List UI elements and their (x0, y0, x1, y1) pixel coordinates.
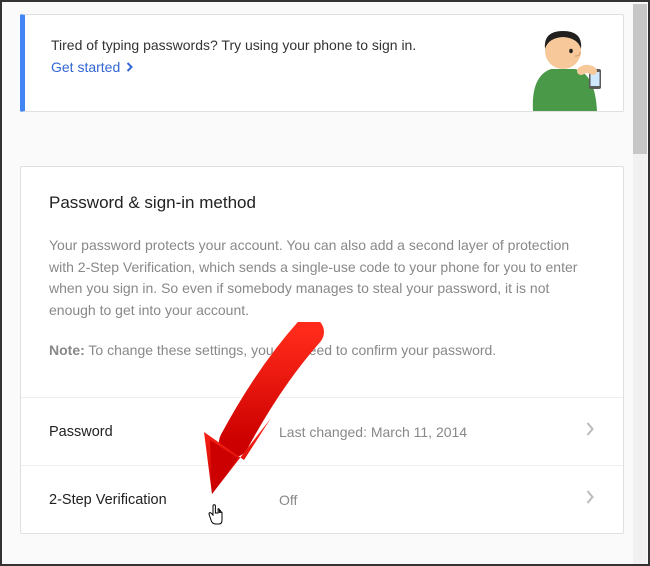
scrollbar-thumb[interactable] (633, 4, 647, 154)
password-row[interactable]: Password Last changed: March 11, 2014 (21, 398, 623, 465)
section-title: Password & sign-in method (49, 193, 595, 213)
section-body: Password & sign-in method Your password … (21, 167, 623, 379)
chevron-right-icon (126, 59, 135, 75)
password-row-value: Last changed: March 11, 2014 (279, 424, 586, 440)
person-with-phone-illustration (503, 21, 613, 111)
get-started-label: Get started (51, 59, 120, 75)
content-container: Tired of typing passwords? Try using you… (2, 2, 648, 546)
two-step-verification-row[interactable]: 2-Step Verification Off (21, 465, 623, 533)
note-text: To change these settings, you will need … (85, 342, 496, 358)
chevron-right-icon (586, 422, 595, 441)
settings-rows: Password Last changed: March 11, 2014 2-… (21, 397, 623, 533)
two-step-row-label: 2-Step Verification (49, 492, 279, 508)
phone-signin-promo-card: Tired of typing passwords? Try using you… (20, 14, 624, 112)
password-signin-section: Password & sign-in method Your password … (20, 166, 624, 534)
chevron-right-icon (586, 490, 595, 509)
section-description: Your password protects your account. You… (49, 235, 595, 322)
section-note: Note: To change these settings, you will… (49, 340, 595, 362)
password-row-label: Password (49, 424, 279, 440)
note-label: Note: (49, 342, 85, 358)
two-step-row-value: Off (279, 492, 586, 508)
get-started-link[interactable]: Get started (51, 59, 135, 75)
